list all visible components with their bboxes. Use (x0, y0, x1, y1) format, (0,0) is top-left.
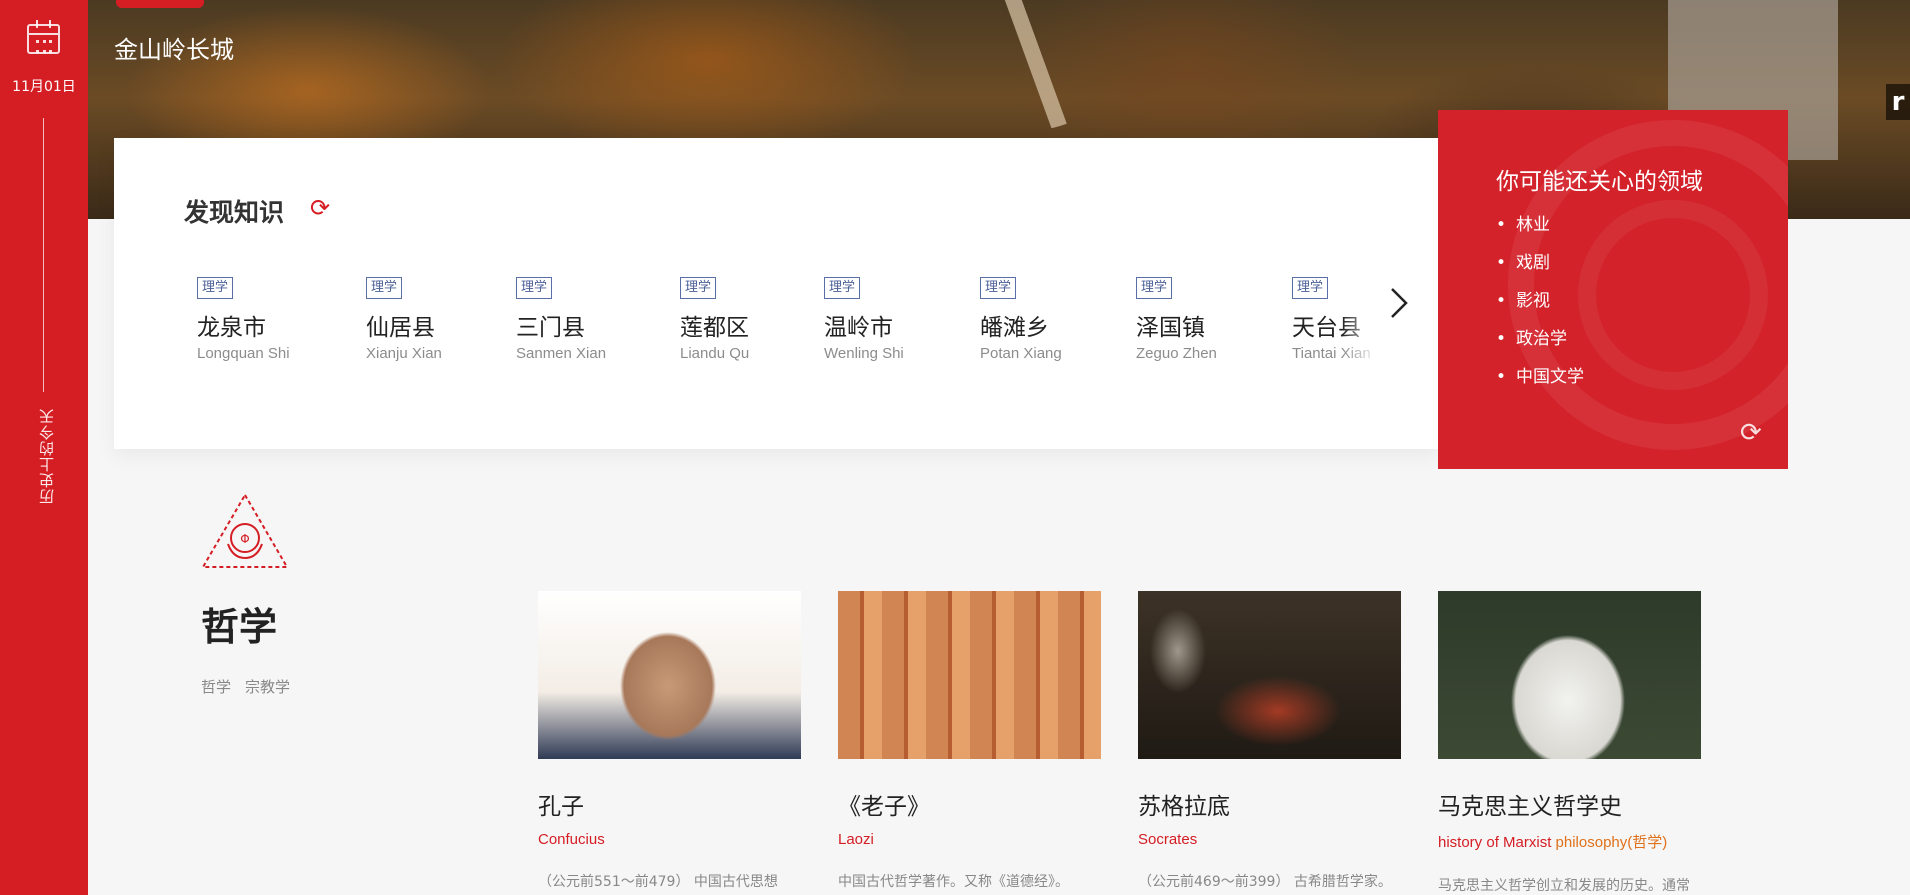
item-name[interactable]: 皤滩乡 (980, 308, 1062, 342)
card-subtitle: history of Marxist philosophy(哲学) (1438, 831, 1701, 852)
hero-tab-marker (116, 0, 204, 8)
discover-knowledge-card: 发现知识 ⟳ 理学 龙泉市 Longquan Shi 理学 仙居县 Xianju… (114, 138, 1440, 449)
calendar-icon[interactable] (27, 20, 60, 54)
card-description: （公元前551～前479） 中国古代思想家、哲学家、教育家、政治家。儒家学... (538, 874, 778, 890)
hero-place-title[interactable]: 金山岭长城 (114, 30, 234, 65)
item-tag: 理学 (366, 277, 403, 299)
socrates-painting-image[interactable] (1138, 591, 1401, 759)
related-field-item[interactable]: 中国文学 (1496, 366, 1584, 404)
related-field-item[interactable]: 影视 (1496, 290, 1584, 328)
laozi-manuscript-image[interactable] (838, 591, 1101, 759)
card-description: （公元前469～前399） 古希腊哲学家。 (1138, 874, 1392, 890)
discover-item[interactable]: 理学 温岭市 Wenling Shi (824, 276, 904, 362)
seal-watermark-inner (1578, 200, 1768, 390)
card-subtitle: Confucius (538, 831, 605, 848)
item-pinyin: Longquan Shi (197, 345, 290, 362)
item-name[interactable]: 仙居县 (366, 308, 442, 342)
card-subtitle: Socrates (1138, 831, 1198, 848)
item-tag: 理学 (1136, 277, 1173, 299)
article-card[interactable]: 苏格拉底 Socrates （公元前469～前399） 古希腊哲学家。 (1138, 591, 1401, 894)
related-fields-card: 你可能还关心的领域 林业 戏剧 影视 政治学 中国文学 ⟳ (1438, 110, 1788, 469)
article-card[interactable]: 孔子 Confucius （公元前551～前479） 中国古代思想家、哲学家、教… (538, 591, 801, 895)
svg-text:Φ: Φ (240, 532, 249, 546)
marx-portrait-image[interactable] (1438, 591, 1701, 759)
discover-item[interactable]: 理学 仙居县 Xianju Xian (366, 276, 442, 362)
card-subtitle: Laozi (838, 831, 874, 848)
discover-title: 发现知识 (184, 198, 285, 227)
item-tag: 理学 (680, 277, 717, 299)
article-card[interactable]: 马克思主义哲学史 history of Marxist philosophy(哲… (1438, 591, 1701, 895)
confucius-image[interactable] (538, 591, 801, 759)
philosophy-emblem-icon: Φ (201, 493, 289, 568)
discover-item[interactable]: 理学 龙泉市 Longquan Shi (197, 276, 290, 362)
left-sidebar: 11月01日 历史上的今天 (0, 0, 88, 895)
item-name[interactable]: 泽国镇 (1136, 308, 1217, 342)
item-pinyin: Xianju Xian (366, 345, 442, 362)
card-description: 中国古代哲学著作。又称《道德经》。 (838, 874, 1069, 890)
item-pinyin: Potan Xiang (980, 345, 1062, 362)
related-field-item[interactable]: 林业 (1496, 214, 1584, 252)
item-name[interactable]: 三门县 (516, 308, 606, 342)
item-pinyin: Liandu Qu (680, 345, 750, 362)
card-title[interactable]: 《老子》 (838, 787, 1101, 821)
item-tag: 理学 (1292, 277, 1329, 299)
discover-items: 理学 龙泉市 Longquan Shi 理学 仙居县 Xianju Xian 理… (114, 276, 1384, 396)
subtitle-tag: (哲学) (1627, 834, 1668, 851)
item-tag: 理学 (516, 277, 553, 299)
related-field-item[interactable]: 政治学 (1496, 328, 1584, 366)
sidebar-date[interactable]: 11月01日 (0, 76, 88, 96)
related-fields-list: 林业 戏剧 影视 政治学 中国文学 (1496, 214, 1584, 404)
article-card[interactable]: 《老子》 Laozi 中国古代哲学著作。又称《道德经》。 (838, 591, 1101, 894)
item-pinyin: Sanmen Xian (516, 345, 607, 362)
discover-item[interactable]: 理学 泽国镇 Zeguo Zhen (1136, 276, 1217, 362)
subcategory-link[interactable]: 哲学 (201, 678, 231, 696)
item-name[interactable]: 莲都区 (680, 308, 749, 342)
discover-item[interactable]: 理学 莲都区 Liandu Qu (680, 276, 749, 362)
history-today-link[interactable]: 历史上的今天 (36, 408, 56, 504)
related-fields-title: 你可能还关心的领域 (1496, 169, 1703, 195)
chevron-right-icon[interactable] (1388, 286, 1418, 322)
item-pinyin: Wenling Shi (824, 345, 904, 362)
item-name[interactable]: 龙泉市 (197, 308, 290, 342)
section-title: 哲学 (201, 605, 278, 649)
item-tag: 理学 (824, 277, 861, 299)
refresh-icon[interactable]: ⟳ (1740, 418, 1762, 448)
section-subcategories: 哲学 宗教学 (201, 676, 304, 697)
card-title[interactable]: 马克思主义哲学史 (1438, 787, 1701, 821)
related-field-item[interactable]: 戏剧 (1496, 252, 1584, 290)
item-name[interactable]: 温岭市 (824, 308, 904, 342)
subtitle-highlight: philosophy (1555, 834, 1628, 851)
card-description: 马克思主义哲学创立和发展的历史。通常也包括研究马克思主义哲学创立、发... (1438, 878, 1690, 894)
subtitle-text: history of Marxist (1438, 834, 1556, 851)
discover-item[interactable]: 理学 皤滩乡 Potan Xiang (980, 276, 1062, 362)
item-tag: 理学 (197, 277, 234, 299)
discover-item[interactable]: 理学 三门县 Sanmen Xian (516, 276, 606, 362)
sidebar-divider (43, 118, 44, 392)
subcategory-link[interactable]: 宗教学 (245, 678, 290, 696)
item-pinyin: Zeguo Zhen (1136, 345, 1217, 362)
hero-edge-tab[interactable]: r (1886, 84, 1910, 120)
card-title[interactable]: 孔子 (538, 787, 801, 821)
refresh-icon[interactable]: ⟳ (307, 195, 333, 221)
card-title[interactable]: 苏格拉底 (1138, 787, 1401, 821)
item-tag: 理学 (980, 277, 1017, 299)
